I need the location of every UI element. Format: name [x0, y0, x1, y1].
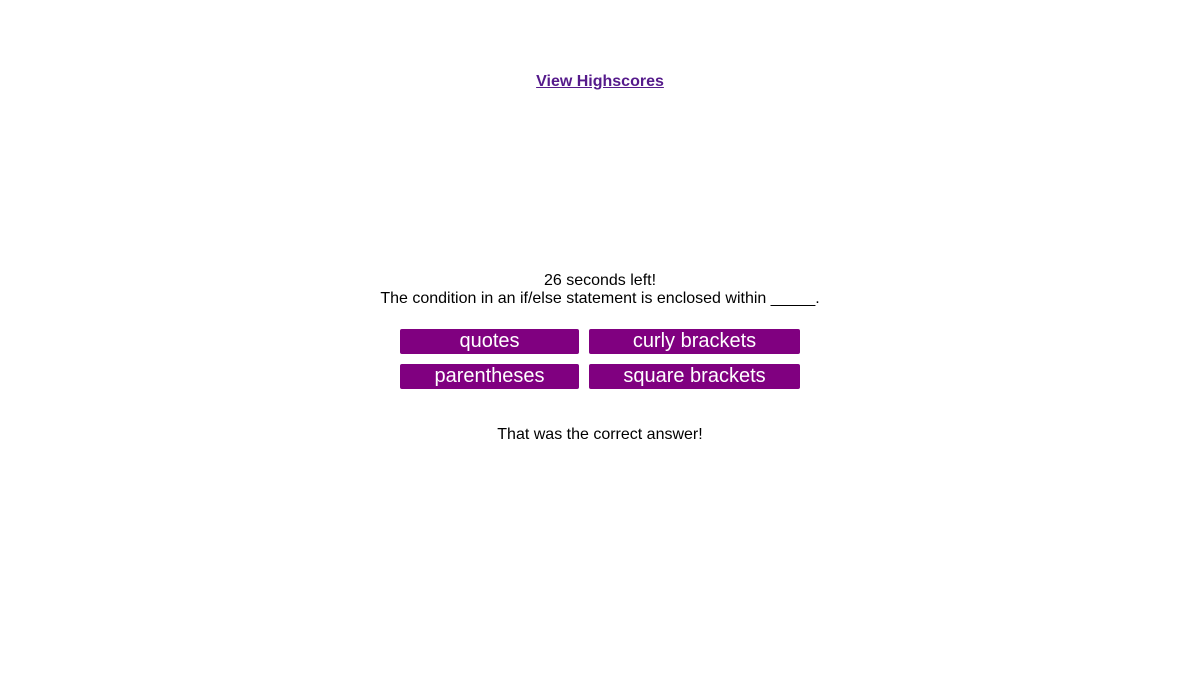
- highscores-header: View Highscores: [0, 73, 1200, 91]
- question-text: The condition in an if/else statement is…: [380, 290, 820, 307]
- quiz-panel: 26 seconds left! The condition in an if/…: [0, 272, 1200, 308]
- answer-row-1: quotes curly brackets: [400, 329, 800, 354]
- answer-feedback: That was the correct answer!: [497, 426, 703, 443]
- answer-grid: quotes curly brackets parentheses square…: [400, 329, 800, 399]
- answer-button-quotes[interactable]: quotes: [400, 329, 579, 354]
- timer-text: 26 seconds left!: [543, 272, 657, 289]
- view-highscores-link[interactable]: View Highscores: [536, 73, 664, 90]
- answer-button-curly-brackets[interactable]: curly brackets: [589, 329, 800, 354]
- answer-button-parentheses[interactable]: parentheses: [400, 364, 579, 389]
- quiz-page: View Highscores 26 seconds left! The con…: [0, 0, 1200, 700]
- answer-row-2: parentheses square brackets: [400, 364, 800, 389]
- answer-button-square-brackets[interactable]: square brackets: [589, 364, 800, 389]
